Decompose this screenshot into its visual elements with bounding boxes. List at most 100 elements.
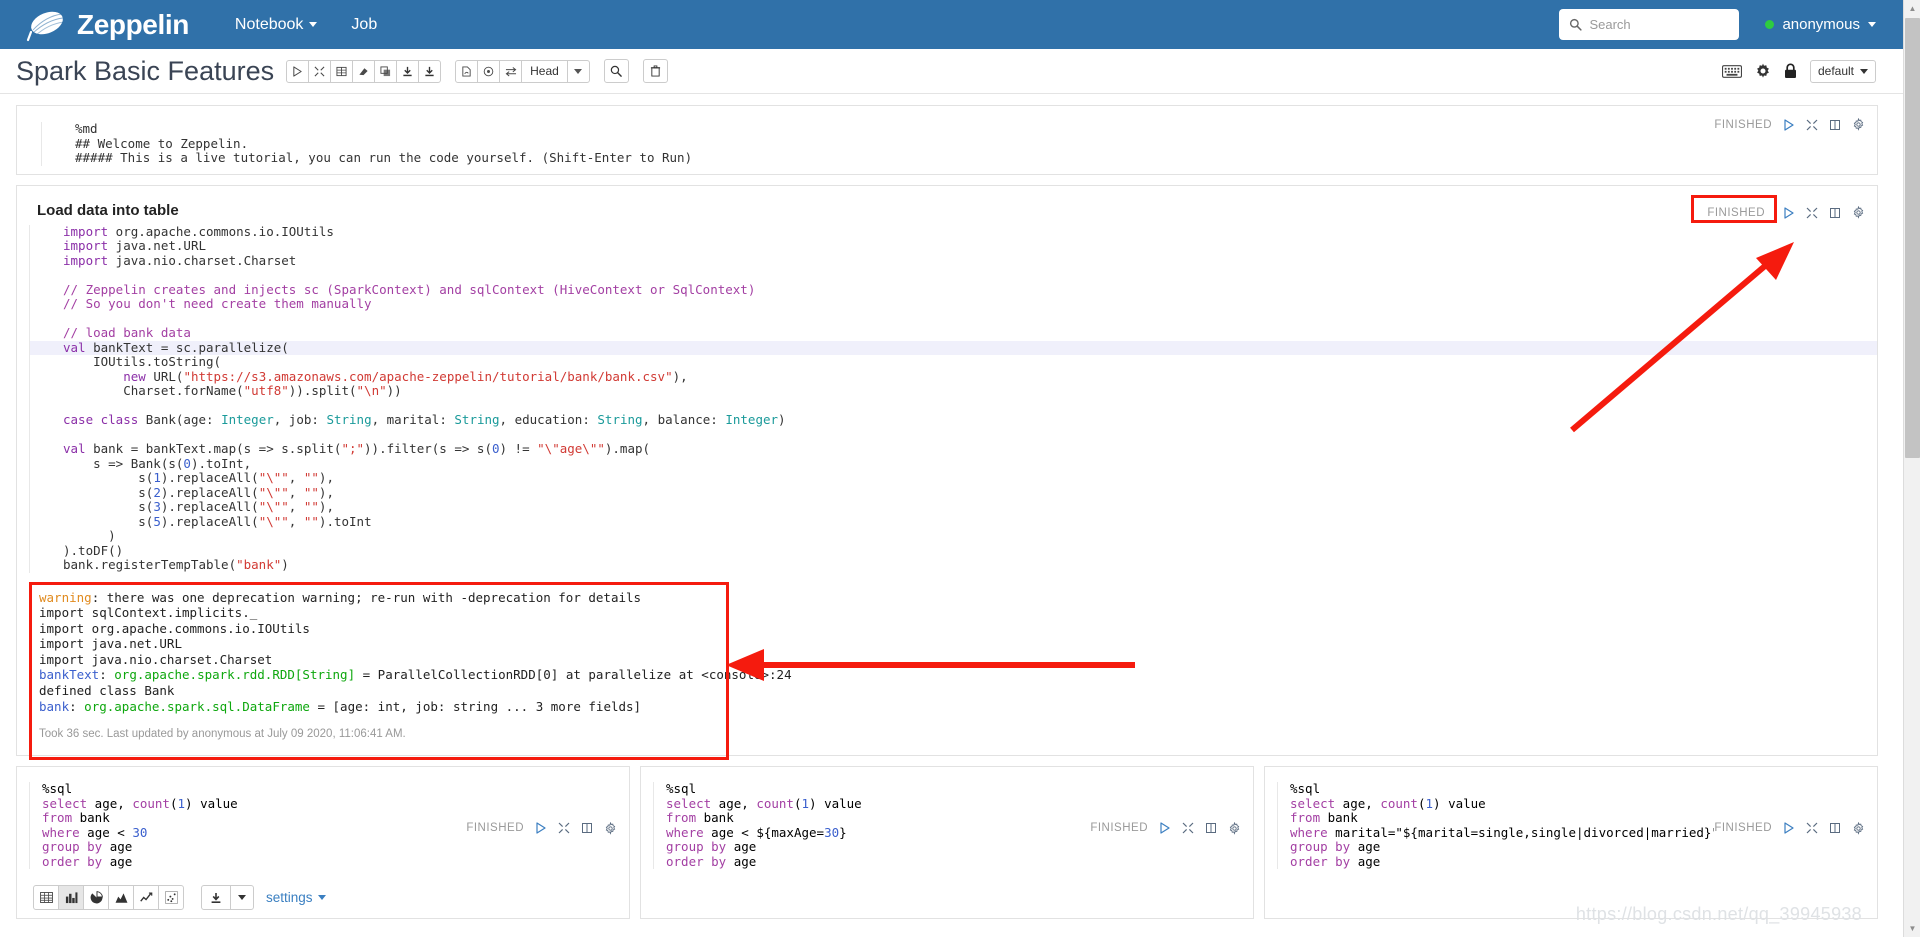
clear-output-icon[interactable] (352, 59, 376, 83)
status-badge: FINISHED (466, 822, 524, 835)
connection-status-dot-icon (1765, 20, 1775, 29)
paragraph-header: %sql select age, count(1) value from bank w… (17, 767, 629, 879)
code-line: s(2).replaceAll("\"", ""), (29, 485, 1877, 500)
code-line: import java.net.URL (29, 238, 1877, 254)
notebook-titlebar: Spark Basic Features Head default (0, 49, 1920, 94)
chart-settings-toggle[interactable]: settings (266, 890, 326, 905)
code-line: // So you don't need create them manuall… (29, 296, 1877, 312)
code-line: from bank (29, 811, 466, 826)
paragraph-header: %md ## Welcome to Zeppelin. ##### This is … (17, 106, 1877, 174)
gear-icon[interactable] (1228, 821, 1241, 835)
run-icon[interactable] (535, 822, 547, 834)
code-line: %sql (653, 782, 1090, 797)
code-line: from bank (653, 811, 1090, 826)
run-icon[interactable] (1783, 206, 1795, 219)
collapse-icon[interactable] (1806, 119, 1818, 131)
revision-dropdown-toggle[interactable] (566, 59, 590, 83)
collapse-icon[interactable] (1806, 822, 1818, 834)
collapse-icon[interactable] (1806, 207, 1818, 219)
paragraph-controls: FINISHED (466, 776, 617, 879)
book-icon[interactable] (1829, 207, 1841, 219)
navbar-right: Search anonymous (1559, 9, 1920, 40)
viz-bar-chart-icon[interactable] (58, 885, 84, 911)
sql-code-editor-0[interactable]: %sql select age, count(1) value from bank w… (17, 776, 466, 879)
scala-code-editor[interactable]: import org.apache.commons.io.IOUtils impo… (17, 224, 1877, 581)
import-notebook-icon[interactable] (418, 59, 442, 83)
paragraph-sql-age-under-30: %sql select age, count(1) value from bank w… (16, 766, 630, 920)
paragraph-controls: FINISHED (1691, 194, 1865, 223)
viz-line-chart-icon[interactable] (133, 885, 159, 911)
scrollbar-thumb[interactable] (1905, 18, 1920, 458)
brand-name: Zeppelin (77, 8, 189, 40)
gear-icon[interactable] (604, 821, 617, 835)
book-icon[interactable] (581, 822, 593, 834)
gear-icon[interactable] (1852, 206, 1865, 219)
viz-pie-chart-icon[interactable] (83, 885, 109, 911)
run-icon[interactable] (1783, 118, 1795, 131)
book-icon[interactable] (1829, 822, 1841, 834)
nav-links: Notebook Job (233, 12, 379, 38)
keyboard-shortcuts-icon[interactable] (1721, 64, 1742, 78)
code-line: val bank = bankText.map(s => s.split(";"… (29, 441, 1877, 457)
sql-code-editor-2[interactable]: %sql select age, count(1) value from bank w… (1265, 776, 1714, 879)
gear-icon[interactable] (1755, 63, 1771, 79)
visualization-toolbar: settings (17, 879, 629, 918)
code-line: import java.nio.charset.Charset (29, 253, 1877, 268)
viz-area-chart-icon[interactable] (108, 885, 134, 911)
gear-icon[interactable] (1852, 118, 1865, 131)
export-notebook-icon[interactable] (396, 59, 420, 83)
search-code-button[interactable] (603, 59, 629, 83)
interpreter-binding-select[interactable]: default (1809, 59, 1876, 83)
run-icon[interactable] (1159, 822, 1171, 834)
book-icon[interactable] (1205, 822, 1217, 834)
collapse-all-icon[interactable] (308, 59, 332, 83)
code-line: import org.apache.commons.io.IOUtils (29, 224, 1877, 239)
code-line: bank.registerTempTable("bank") (29, 557, 1877, 573)
scroll-down-icon[interactable]: ▼ (1904, 920, 1920, 937)
user-menu[interactable]: anonymous (1765, 16, 1876, 33)
download-dropdown-toggle[interactable] (230, 885, 254, 911)
viz-table-icon[interactable] (33, 885, 59, 911)
code-line: IOUtils.toString( (29, 354, 1877, 370)
paragraph-sql-marital-select-form: %sql select age, count(1) value from bank w… (1264, 766, 1878, 920)
chevron-down-icon (1868, 22, 1876, 27)
code-line: new URL("https://s3.amazonaws.com/apache… (29, 369, 1877, 384)
code-line: from bank (1277, 811, 1714, 826)
code-line: group by age (653, 840, 1090, 855)
page-scrollbar[interactable]: ▲ ▼ (1903, 0, 1920, 937)
show-hide-code-icon[interactable] (330, 59, 354, 83)
notebook-version-toolbar: Head (455, 59, 590, 83)
lock-permissions-icon[interactable] (1784, 63, 1797, 79)
search-box[interactable]: Search (1559, 9, 1740, 40)
code-line: order by age (653, 854, 1090, 870)
interpreter-binding-label: default (1817, 64, 1854, 78)
code-line: where marital="${marital=single,single|d… (1277, 825, 1714, 841)
commit-notebook-icon[interactable] (455, 59, 479, 83)
sql-code-editor-1[interactable]: %sql select age, count(1) value from bank w… (641, 776, 1090, 879)
download-data-icon[interactable] (201, 885, 231, 911)
code-line: s(1).replaceAll("\"", ""), (29, 470, 1877, 486)
revision-label[interactable]: Head (521, 59, 568, 83)
book-icon[interactable] (1829, 119, 1841, 131)
md-code-editor[interactable]: %md ## Welcome to Zeppelin. ##### This is … (29, 116, 1714, 174)
delete-notebook-button[interactable] (642, 59, 668, 83)
code-line: %md (41, 121, 1714, 137)
clone-notebook-icon[interactable] (374, 59, 398, 83)
schedule-cron-icon[interactable] (477, 59, 501, 83)
nav-item-job[interactable]: Job (349, 12, 379, 38)
brand[interactable]: Zeppelin (26, 8, 189, 42)
viz-type-group (33, 885, 184, 911)
user-name-label: anonymous (1782, 16, 1860, 33)
code-line: select age, count(1) value (653, 796, 1090, 812)
scroll-up-icon[interactable]: ▲ (1904, 0, 1920, 17)
compare-revision-icon[interactable] (499, 59, 523, 83)
page-title[interactable]: Spark Basic Features (16, 56, 274, 87)
top-navbar: Zeppelin Notebook Job Search anonymous (0, 0, 1920, 49)
collapse-icon[interactable] (1182, 822, 1194, 834)
collapse-icon[interactable] (558, 822, 570, 834)
gear-icon[interactable] (1852, 821, 1865, 835)
run-icon[interactable] (1783, 822, 1795, 834)
viz-scatter-chart-icon[interactable] (158, 885, 184, 911)
run-all-paragraphs-icon[interactable] (286, 59, 310, 83)
nav-item-notebook[interactable]: Notebook (233, 12, 320, 38)
